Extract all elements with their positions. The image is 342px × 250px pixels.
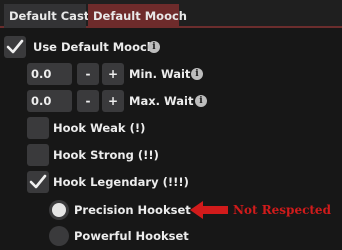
- arrow-left-icon: [190, 201, 228, 219]
- powerful-hookset-radio[interactable]: [49, 226, 69, 246]
- powerful-hookset-row: Powerful Hookset: [0, 225, 342, 250]
- checkmark-icon: [6, 39, 24, 54]
- min-wait-decrement-button[interactable]: -: [77, 63, 99, 85]
- checkmark-icon: [29, 174, 47, 189]
- min-wait-row: 0.0 - + Min. Wait i: [0, 63, 342, 89]
- use-default-mooch-label: Use Default Mooch: [33, 40, 155, 54]
- tab-default-cast[interactable]: Default Cast: [4, 4, 89, 28]
- tab-bar: Default Cast Default Mooch: [0, 0, 342, 28]
- max-wait-row: 0.0 - + Max. Wait i: [0, 90, 342, 116]
- info-icon[interactable]: i: [191, 68, 203, 80]
- info-icon[interactable]: i: [148, 41, 160, 53]
- use-default-mooch-checkbox[interactable]: [4, 36, 26, 58]
- hook-strong-checkbox[interactable]: [27, 144, 49, 166]
- hook-legendary-checkbox[interactable]: [27, 171, 49, 193]
- hook-strong-row: Hook Strong (!!): [0, 144, 342, 170]
- precision-hookset-row: Precision Hookset Not Respected: [0, 199, 342, 225]
- hook-weak-row: Hook Weak (!): [0, 117, 342, 143]
- info-icon[interactable]: i: [195, 95, 207, 107]
- precision-hookset-label: Precision Hookset: [74, 203, 191, 217]
- precision-hookset-radio[interactable]: [49, 200, 69, 220]
- not-respected-annotation: Not Respected: [233, 203, 331, 217]
- min-wait-increment-button[interactable]: +: [102, 63, 124, 85]
- max-wait-decrement-button[interactable]: -: [77, 90, 99, 112]
- tab-default-mooch[interactable]: Default Mooch: [88, 4, 187, 28]
- hook-strong-label: Hook Strong (!!): [53, 148, 159, 162]
- max-wait-label: Max. Wait: [129, 94, 194, 108]
- min-wait-input[interactable]: 0.0: [27, 63, 72, 85]
- hook-legendary-row: Hook Legendary (!!!): [0, 171, 342, 197]
- max-wait-increment-button[interactable]: +: [102, 90, 124, 112]
- use-default-mooch-row: Use Default Mooch i: [0, 36, 342, 62]
- max-wait-input[interactable]: 0.0: [27, 90, 72, 112]
- hook-weak-label: Hook Weak (!): [53, 121, 146, 135]
- min-wait-label: Min. Wait: [129, 67, 191, 81]
- hook-legendary-label: Hook Legendary (!!!): [53, 175, 189, 189]
- powerful-hookset-label: Powerful Hookset: [74, 229, 189, 243]
- hook-weak-checkbox[interactable]: [27, 117, 49, 139]
